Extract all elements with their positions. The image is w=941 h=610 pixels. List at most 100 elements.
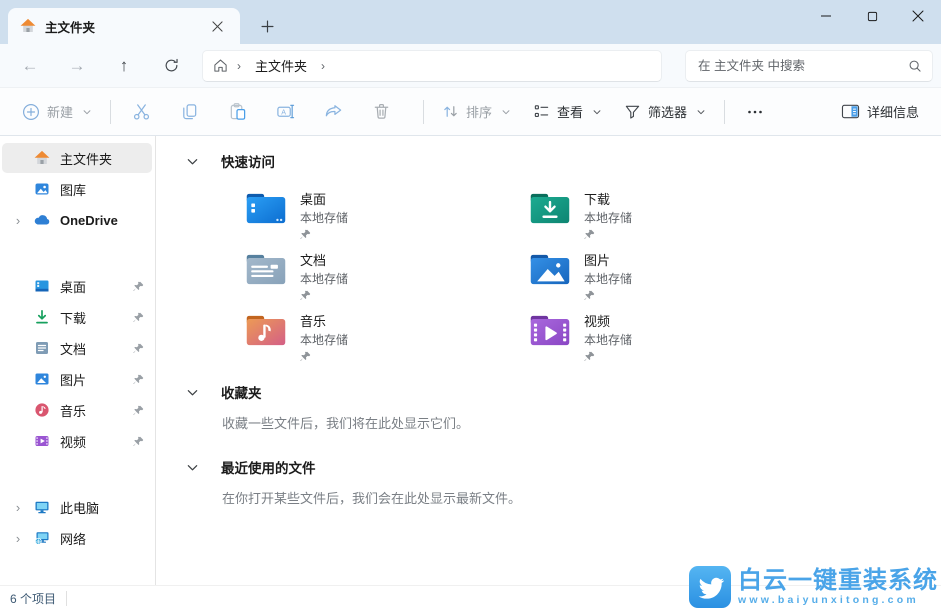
home-outline-icon[interactable] bbox=[213, 58, 229, 74]
share-icon bbox=[324, 102, 343, 121]
minimize-icon bbox=[820, 10, 832, 22]
share-button[interactable] bbox=[315, 96, 351, 128]
tab-close-button[interactable] bbox=[204, 13, 230, 39]
view-button[interactable]: 查看 bbox=[527, 95, 608, 129]
details-pane-button[interactable]: 详细信息 bbox=[835, 95, 925, 129]
rename-button[interactable]: A bbox=[267, 96, 303, 128]
address-bar[interactable]: › 主文件夹 › bbox=[202, 50, 662, 82]
sidebar-item-music[interactable]: 音乐 bbox=[2, 395, 152, 425]
paste-button[interactable] bbox=[219, 96, 255, 128]
sidebar-item-network[interactable]: › 网络 bbox=[2, 523, 152, 553]
tile-downloads[interactable]: 下载 本地存储 bbox=[528, 188, 812, 247]
downloads-folder-icon bbox=[528, 190, 572, 227]
svg-text:A: A bbox=[281, 108, 286, 116]
chevron-down-icon[interactable] bbox=[186, 461, 199, 474]
music-icon bbox=[34, 402, 50, 418]
rename-icon: A bbox=[276, 102, 295, 121]
tile-music[interactable]: 音乐 本地存储 bbox=[244, 310, 528, 369]
tile-desktop[interactable]: 桌面 本地存储 bbox=[244, 188, 528, 247]
sidebar-item-this-pc[interactable]: › 此电脑 bbox=[2, 492, 152, 522]
sidebar-item-desktop[interactable]: 桌面 bbox=[2, 271, 152, 301]
pin-icon bbox=[584, 229, 632, 240]
chevron-right-icon[interactable]: › bbox=[12, 531, 24, 546]
pin-icon bbox=[133, 374, 144, 385]
paste-icon bbox=[228, 102, 247, 121]
view-icon bbox=[533, 103, 550, 120]
more-icon bbox=[747, 104, 763, 120]
tile-pictures[interactable]: 图片 本地存储 bbox=[528, 249, 812, 308]
refresh-button[interactable] bbox=[155, 51, 187, 81]
sidebar-item-pictures[interactable]: 图片 bbox=[2, 364, 152, 394]
window-close-button[interactable] bbox=[895, 0, 941, 32]
new-tab-button[interactable] bbox=[254, 13, 280, 39]
documents-folder-icon bbox=[244, 251, 288, 288]
desktop-folder-icon bbox=[244, 190, 288, 227]
back-button[interactable]: ← bbox=[14, 51, 46, 81]
tile-name: 桌面 bbox=[300, 189, 348, 208]
sidebar-item-downloads[interactable]: 下载 bbox=[2, 302, 152, 332]
tile-subtitle: 本地存储 bbox=[584, 331, 632, 348]
chevron-right-icon[interactable]: › bbox=[317, 59, 329, 73]
delete-button[interactable] bbox=[363, 96, 399, 128]
chevron-right-icon[interactable]: › bbox=[12, 500, 24, 515]
chevron-down-icon bbox=[501, 107, 511, 117]
pin-icon bbox=[133, 405, 144, 416]
tile-subtitle: 本地存储 bbox=[584, 209, 632, 226]
new-button[interactable]: 新建 bbox=[16, 95, 98, 129]
filter-button[interactable]: 筛选器 bbox=[618, 95, 712, 129]
tile-documents[interactable]: 文档 本地存储 bbox=[244, 249, 528, 308]
sidebar-item-documents[interactable]: 文档 bbox=[2, 333, 152, 363]
search-input[interactable] bbox=[698, 59, 908, 73]
maximize-button[interactable] bbox=[849, 0, 895, 32]
plus-icon bbox=[261, 20, 274, 33]
chevron-right-icon[interactable]: › bbox=[233, 59, 245, 73]
gallery-icon bbox=[34, 181, 50, 197]
section-quick-access-header[interactable]: 快速访问 bbox=[156, 150, 941, 172]
downloads-icon bbox=[34, 309, 50, 325]
chevron-down-icon[interactable] bbox=[186, 386, 199, 399]
tile-name: 下载 bbox=[584, 189, 632, 208]
more-button[interactable] bbox=[737, 96, 773, 128]
details-pane-icon bbox=[841, 103, 860, 120]
forward-button[interactable]: → bbox=[61, 51, 93, 81]
watermark-logo bbox=[689, 566, 731, 608]
close-icon bbox=[912, 10, 924, 22]
documents-icon bbox=[34, 340, 50, 356]
home-icon bbox=[34, 150, 50, 166]
section-recent-header[interactable]: 最近使用的文件 bbox=[156, 456, 941, 478]
sidebar-item-onedrive[interactable]: › OneDrive bbox=[2, 205, 152, 235]
sidebar-item-gallery[interactable]: 图库 bbox=[2, 174, 152, 204]
pin-icon bbox=[133, 343, 144, 354]
watermark-title: 白云一键重装系统 bbox=[738, 568, 938, 594]
search-box[interactable] bbox=[685, 50, 933, 82]
pictures-folder-icon bbox=[528, 251, 572, 288]
tab-home-folder[interactable]: 主文件夹 bbox=[8, 8, 240, 44]
up-button[interactable]: ↑ bbox=[108, 51, 140, 81]
breadcrumb-item[interactable]: 主文件夹 bbox=[249, 54, 313, 77]
tile-videos[interactable]: 视频 本地存储 bbox=[528, 310, 812, 369]
recent-empty-text: 在你打开某些文件后，我们会在此处显示最新文件。 bbox=[222, 488, 941, 507]
sidebar-item-home[interactable]: 主文件夹 bbox=[2, 143, 152, 173]
favorites-empty-text: 收藏一些文件后，我们将在此处显示它们。 bbox=[222, 413, 941, 432]
chevron-down-icon bbox=[82, 107, 92, 117]
videos-folder-icon bbox=[528, 312, 572, 349]
tile-subtitle: 本地存储 bbox=[300, 270, 348, 287]
sidebar-item-videos[interactable]: 视频 bbox=[2, 426, 152, 456]
minimize-button[interactable] bbox=[803, 0, 849, 32]
copy-icon bbox=[180, 102, 199, 121]
chevron-down-icon[interactable] bbox=[186, 155, 199, 168]
chevron-right-icon[interactable]: › bbox=[12, 213, 24, 228]
pin-icon bbox=[133, 436, 144, 447]
watermark-url: www.baiyunxitong.com bbox=[738, 594, 938, 607]
copy-button[interactable] bbox=[171, 96, 207, 128]
toolbar-divider bbox=[423, 100, 424, 124]
sidebar: 主文件夹 图库 › OneDrive bbox=[0, 136, 156, 585]
pin-icon bbox=[584, 290, 632, 301]
maximize-icon bbox=[867, 11, 878, 22]
quick-access-grid: 桌面 本地存储 下载 本地存 bbox=[244, 188, 941, 369]
home-icon bbox=[20, 18, 36, 34]
cut-button[interactable] bbox=[123, 96, 159, 128]
pin-icon bbox=[133, 281, 144, 292]
section-favorites-header[interactable]: 收藏夹 bbox=[156, 381, 941, 403]
sort-button[interactable]: 排序 bbox=[436, 95, 517, 129]
